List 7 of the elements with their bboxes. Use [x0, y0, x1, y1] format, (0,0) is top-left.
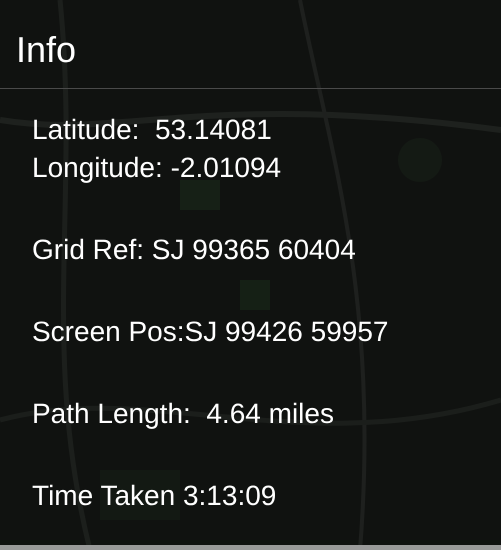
info-text: Path Length: 4.64 miles — [32, 397, 334, 431]
window-title: Info — [15, 28, 78, 72]
info-text: Grid Ref: SJ 99365 60404 — [32, 233, 356, 267]
info-text: Longitude: -2.01094 — [32, 151, 282, 185]
info-text: Time Taken 3:13:09 — [32, 479, 276, 513]
info-text: Latitude: 53.14081 — [32, 113, 272, 147]
info-text: Screen Pos:SJ 99426 59957 — [32, 315, 388, 349]
